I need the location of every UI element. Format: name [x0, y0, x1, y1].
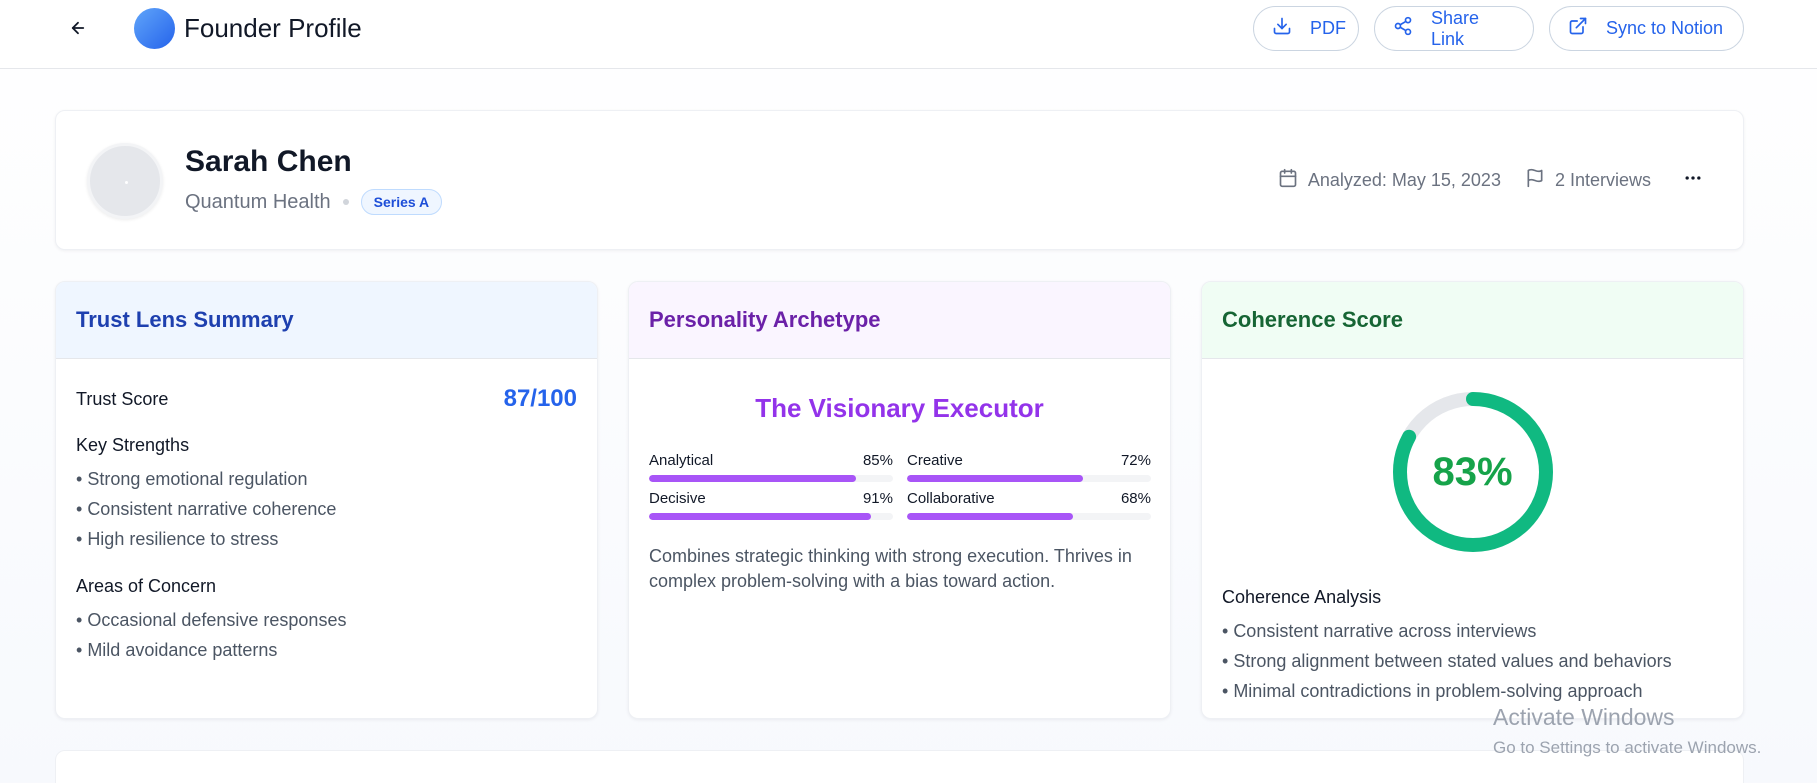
sync-to-notion-button[interactable]: Sync to Notion	[1549, 6, 1744, 51]
list-item: Strong emotional regulation	[76, 464, 577, 494]
trait-bar	[907, 513, 1151, 520]
trait-value: 72%	[1120, 452, 1151, 469]
app-logo	[134, 8, 175, 49]
trait-bar-fill	[649, 475, 857, 482]
key-strengths-list: Strong emotional regulation Consistent n…	[76, 464, 577, 554]
trait-analytical: Analytical 85%	[649, 452, 893, 482]
separator-dot	[342, 199, 349, 205]
list-item: Strong alignment between stated values a…	[1222, 646, 1723, 676]
coherence-analysis-heading: Coherence Analysis	[1222, 587, 1382, 607]
external-link-icon	[1568, 16, 1588, 41]
avatar	[87, 143, 163, 219]
flag-icon	[1525, 168, 1545, 193]
trait-label: Collaborative	[907, 490, 995, 507]
arrow-left-icon	[69, 19, 87, 42]
profile-meta: Analyzed: May 15, 2023 2 Interviews	[1278, 168, 1703, 193]
trait-label: Creative	[907, 452, 963, 469]
list-item: Consistent narrative across interviews	[1222, 616, 1723, 646]
trait-bar	[649, 475, 893, 482]
list-item: Mild avoidance patterns	[76, 635, 577, 665]
list-item: Minimal contradictions in problem-solvin…	[1222, 676, 1723, 706]
share-link-button-label: Share Link	[1431, 7, 1480, 49]
trait-creative: Creative 72%	[907, 452, 1151, 482]
trait-bar	[907, 475, 1151, 482]
trust-lens-title: Trust Lens Summary	[56, 282, 597, 359]
trait-bar-fill	[649, 513, 872, 520]
pdf-button[interactable]: PDF	[1253, 6, 1359, 51]
company-row: Quantum Health Series A	[185, 189, 443, 215]
founder-name: Sarah Chen	[185, 145, 352, 178]
trust-score-label: Trust Score	[76, 388, 169, 409]
trait-value: 85%	[862, 452, 893, 469]
next-section-card	[55, 750, 1744, 783]
share-icon	[1393, 16, 1413, 41]
trait-value: 91%	[862, 490, 893, 507]
trait-collaborative: Collaborative 68%	[907, 490, 1151, 520]
page-title: Founder Profile	[184, 13, 362, 43]
top-bar: Founder Profile PDF Share Link Sync to N…	[0, 0, 1817, 69]
trait-decisive: Decisive 91%	[649, 490, 893, 520]
trait-label: Decisive	[649, 490, 706, 507]
trust-lens-card: Trust Lens Summary Trust Score 87/100 Ke…	[55, 281, 598, 719]
more-options-button[interactable]	[1683, 168, 1703, 193]
key-strengths-heading: Key Strengths	[76, 435, 190, 455]
company-name: Quantum Health	[185, 190, 331, 213]
trait-value: 68%	[1120, 490, 1151, 507]
archetype-name: The Visionary Executor	[755, 393, 1044, 423]
activate-windows-subtitle: Go to Settings to activate Windows.	[1493, 738, 1762, 757]
archetype-description: Combines strategic thinking with strong …	[649, 546, 1132, 591]
download-icon	[1272, 16, 1292, 41]
personality-archetype-title: Personality Archetype	[629, 282, 1170, 359]
calendar-icon	[1278, 168, 1298, 193]
back-button[interactable]	[62, 14, 94, 46]
areas-of-concern-heading: Areas of Concern	[76, 576, 217, 596]
share-link-button[interactable]: Share Link	[1374, 6, 1534, 51]
stage-badge: Series A	[360, 189, 443, 215]
more-horizontal-icon	[1683, 168, 1703, 193]
list-item: Consistent narrative coherence	[76, 494, 577, 524]
pdf-button-label: PDF	[1310, 18, 1346, 38]
interviews-count: 2 Interviews	[1554, 170, 1651, 190]
trait-bar-fill	[907, 513, 1073, 520]
profile-card: Sarah Chen Quantum Health Series A Analy…	[55, 110, 1744, 250]
coherence-gauge: 83%	[1388, 387, 1558, 557]
coherence-score-card: Coherence Score 83% Coherence Analysis C…	[1201, 281, 1744, 719]
activate-windows-title: Activate Windows	[1493, 704, 1675, 730]
trait-bar-fill	[907, 475, 1083, 482]
coherence-score-value: 83%	[1432, 449, 1513, 494]
trait-bar	[649, 513, 893, 520]
list-item: High resilience to stress	[76, 524, 577, 554]
sync-to-notion-button-label: Sync to Notion	[1606, 18, 1724, 38]
trust-score-value: 87/100	[503, 385, 577, 412]
areas-of-concern-list: Occasional defensive responses Mild avoi…	[76, 605, 577, 665]
coherence-score-title: Coherence Score	[1202, 282, 1743, 359]
list-item: Occasional defensive responses	[76, 605, 577, 635]
trait-label: Analytical	[649, 452, 714, 469]
coherence-analysis-list: Consistent narrative across interviews S…	[1222, 616, 1723, 706]
personality-archetype-card: Personality Archetype The Visionary Exec…	[628, 281, 1171, 719]
trait-grid: Analytical 85% Creative 72% Decisive 91%	[649, 452, 1151, 520]
analyzed-date: Analyzed: May 15, 2023	[1307, 170, 1501, 190]
